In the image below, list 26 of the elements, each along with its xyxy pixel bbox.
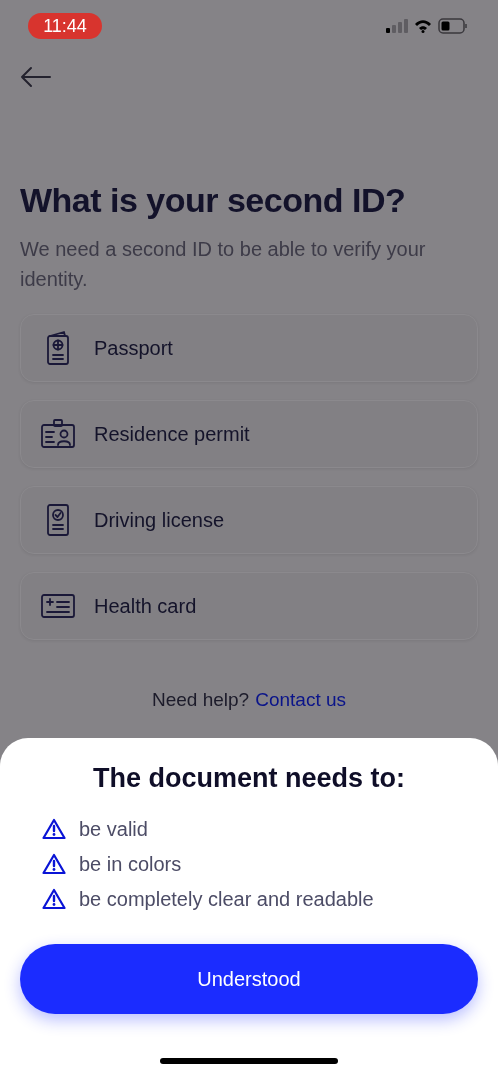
requirement-text: be valid — [79, 817, 148, 842]
id-option[interactable]: Health card — [20, 572, 478, 640]
page-title: What is your second ID? — [20, 180, 407, 220]
id-option[interactable]: Residence permit — [20, 400, 478, 468]
warning-icon — [42, 818, 66, 840]
id-card-icon — [46, 504, 70, 536]
back-arrow-icon — [20, 66, 52, 88]
requirement-text: be completely clear and readable — [79, 887, 374, 912]
help-text: Need help? — [152, 688, 250, 712]
health-card-icon — [41, 594, 75, 618]
sheet-title: The document needs to: — [92, 762, 406, 795]
warning-icon — [42, 853, 66, 875]
passport-icon — [46, 331, 70, 365]
id-option[interactable]: Driving license — [20, 486, 478, 554]
wifi-icon — [414, 19, 432, 33]
battery-icon — [438, 18, 468, 34]
id-badge-icon — [41, 419, 75, 449]
page-subtitle: We need a second ID to be able to verify your identity. — [20, 237, 427, 292]
back-button[interactable] — [20, 66, 52, 88]
contact-link[interactable]: Contact us — [255, 686, 346, 715]
signal-icon — [386, 19, 408, 33]
warning-icon — [42, 888, 66, 910]
understood-button[interactable]: Understood — [20, 944, 478, 1014]
id-option[interactable]: Passport — [20, 314, 478, 382]
requirement-text: be in colors — [79, 852, 182, 877]
status-time: 11:44 — [28, 13, 102, 39]
